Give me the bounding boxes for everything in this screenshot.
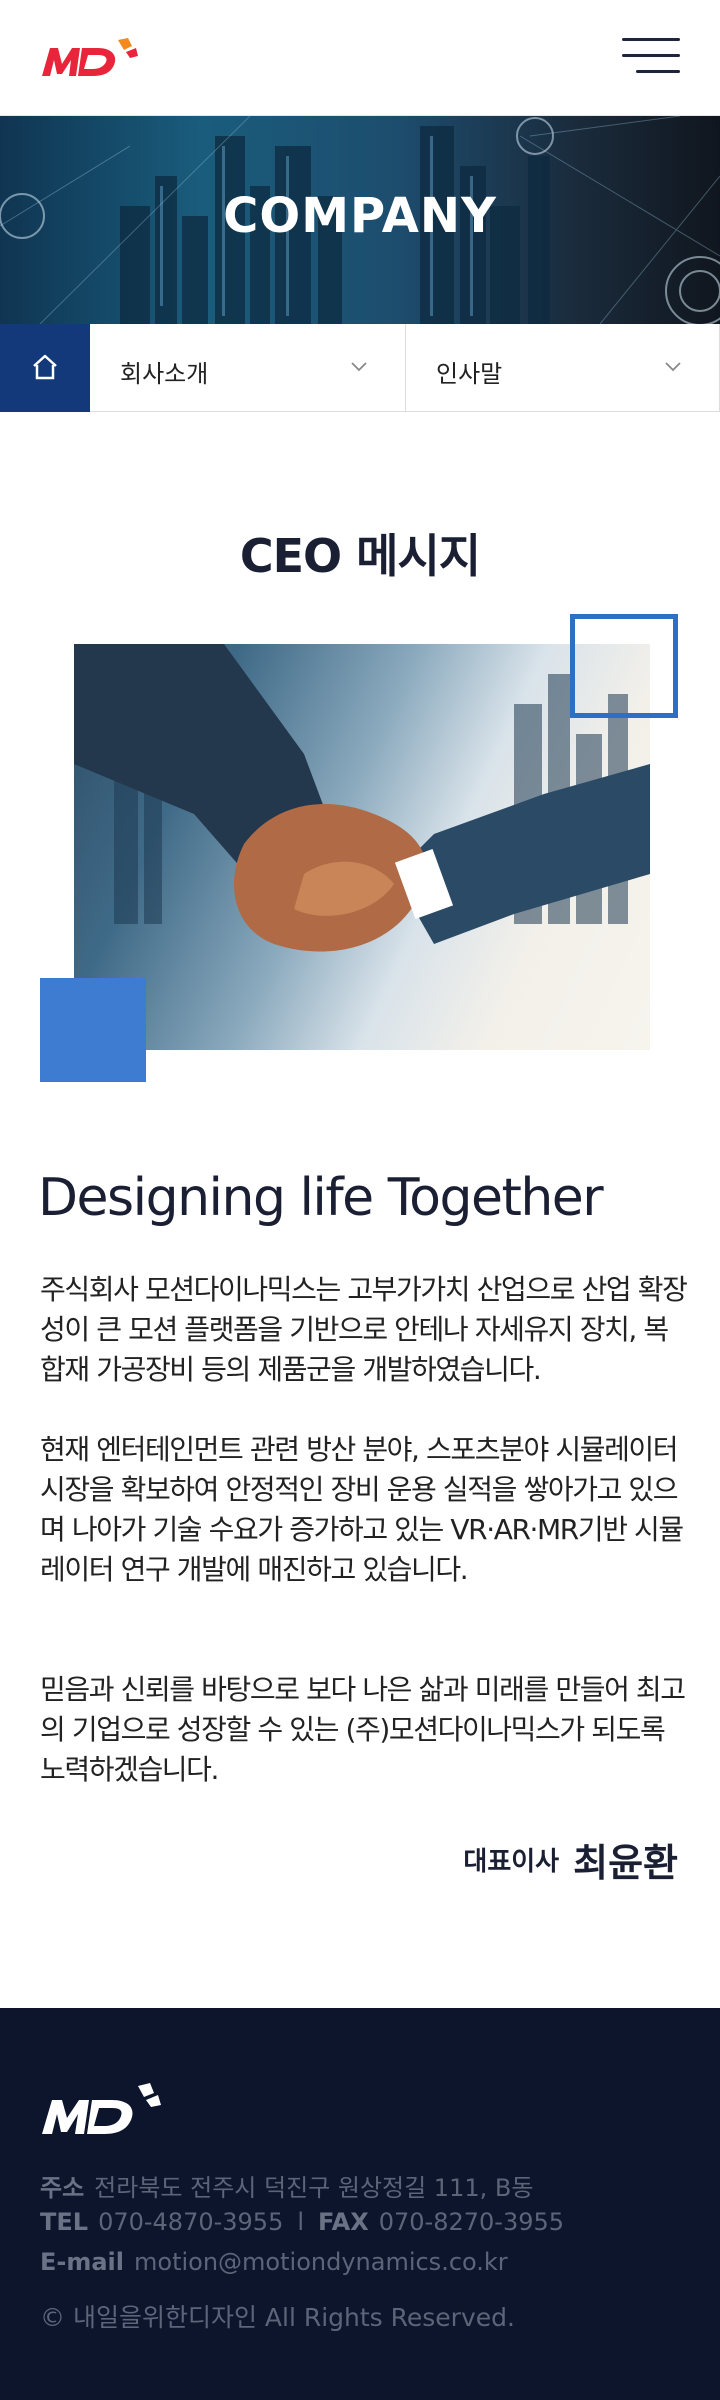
ceo-title: 대표이사 bbox=[463, 1847, 560, 1877]
email-link[interactable]: motion@motiondynamics.co.kr bbox=[134, 2248, 508, 2276]
handshake-illustration bbox=[74, 644, 650, 952]
paragraph: 현재 엔터테인먼트 관련 방산 분야, 스포츠분야 시뮬레이터 시장을 확보하여… bbox=[40, 1433, 684, 1586]
paragraph: 믿음과 신뢰를 바탕으로 보다 나은 삶과 미래를 만들어 최고의 기업으로 성… bbox=[40, 1673, 686, 1786]
chevron-down-icon bbox=[351, 362, 367, 372]
footer-logo bbox=[42, 2083, 161, 2134]
footer-copyright: © 내일을위한디자인 All Rights Reserved. bbox=[40, 2303, 515, 2332]
email-label: E-mail bbox=[40, 2248, 125, 2276]
footer-phone: TEL 070-4870-3955 l FAX 070-8270-3955 bbox=[40, 2208, 564, 2236]
fax-label: FAX bbox=[318, 2208, 369, 2236]
handshake-photo bbox=[74, 644, 650, 1050]
footer-email: E-mail motion@motiondynamics.co.kr bbox=[40, 2248, 508, 2276]
menu-line bbox=[622, 54, 680, 57]
chevron-down-icon bbox=[665, 362, 681, 372]
hero-banner: COMPANY bbox=[0, 116, 720, 324]
paragraph: 주식회사 모션다이나믹스는 고부가가치 산업으로 산업 확장성이 큰 모션 플랫… bbox=[40, 1273, 688, 1386]
hamburger-menu-icon[interactable] bbox=[620, 38, 680, 78]
site-logo[interactable] bbox=[40, 34, 140, 82]
section-title: CEO 메시지 bbox=[239, 529, 481, 583]
address-value: 전라북도 전주시 덕진구 원상정길 111, B동 bbox=[94, 2174, 534, 2202]
sub-navigation: 회사소개 인사말 bbox=[0, 324, 720, 412]
tagline: Designing life Together bbox=[38, 1168, 604, 1228]
site-header bbox=[0, 0, 720, 116]
footer-address: 주소 전라북도 전주시 덕진구 원상정길 111, B동 bbox=[40, 2168, 533, 2203]
page-dropdown-label: 인사말 bbox=[436, 360, 503, 388]
decorative-square-filled bbox=[40, 978, 146, 1082]
category-dropdown-label: 회사소개 bbox=[120, 360, 209, 388]
menu-line bbox=[622, 38, 680, 41]
menu-line bbox=[636, 70, 680, 73]
site-footer: 주소 전라북도 전주시 덕진구 원상정길 111, B동 TEL 070-4870-… bbox=[0, 2008, 720, 2400]
ceo-name: 최윤환 bbox=[573, 1841, 678, 1885]
home-button[interactable] bbox=[0, 324, 90, 412]
ceo-signature: 대표이사 최윤환 bbox=[463, 1832, 678, 1887]
page-dropdown[interactable]: 인사말 bbox=[406, 324, 720, 412]
separator: l bbox=[297, 2208, 305, 2236]
category-dropdown[interactable]: 회사소개 bbox=[90, 324, 406, 412]
tel-value: 070-4870-3955 bbox=[98, 2208, 284, 2236]
home-icon bbox=[33, 354, 57, 380]
hero-title: COMPANY bbox=[223, 188, 497, 244]
decorative-square-outline bbox=[570, 614, 678, 718]
tel-label: TEL bbox=[40, 2208, 89, 2236]
fax-value: 070-8270-3955 bbox=[378, 2208, 565, 2236]
address-label: 주소 bbox=[40, 2174, 85, 2202]
